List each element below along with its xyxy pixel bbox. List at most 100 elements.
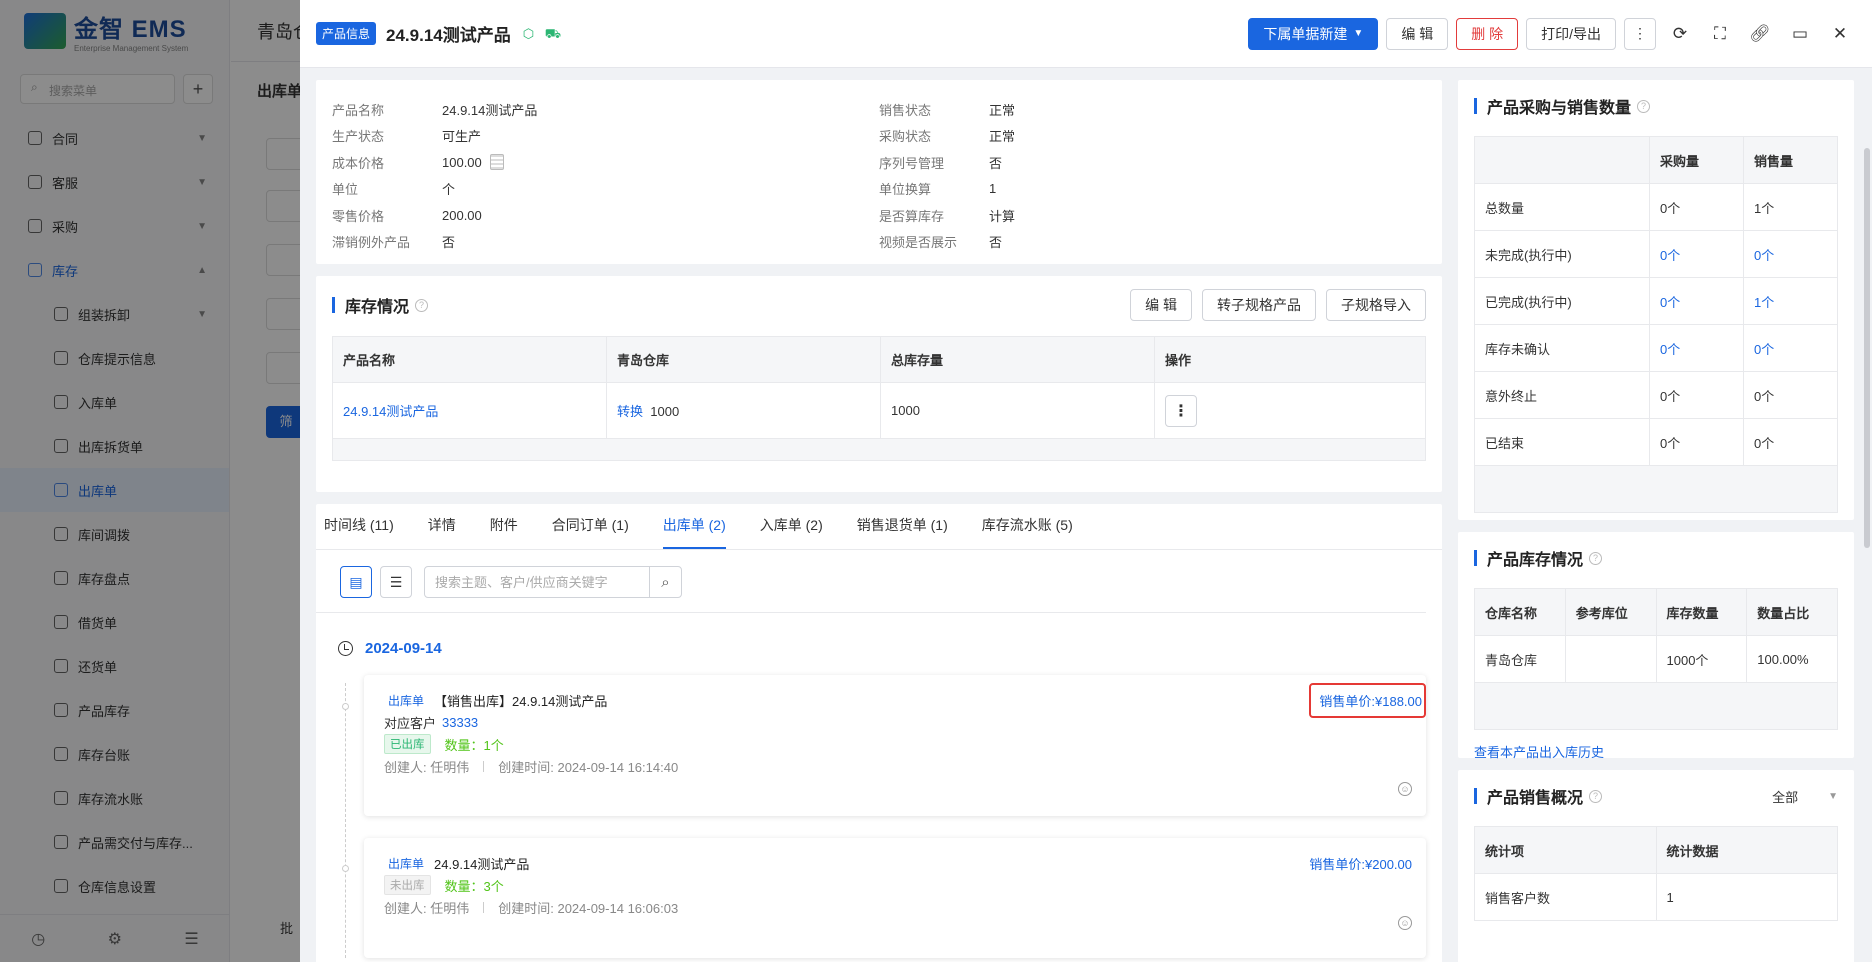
- tab[interactable]: 详情: [428, 515, 456, 549]
- tab[interactable]: 库存流水账 (5): [982, 515, 1073, 549]
- qty-ratio: 100.00%: [1746, 635, 1838, 683]
- info-value-wrap: 否: [442, 232, 455, 251]
- fullscreen-icon[interactable]: ⛶: [1704, 18, 1736, 50]
- help-icon[interactable]: ?: [1589, 551, 1603, 565]
- timeline-entry[interactable]: 出库单 24.9.14测试产品 销售单价:¥200.00 未出库 数量：3个 创…: [364, 838, 1426, 958]
- product-info-tag: 产品信息: [316, 22, 377, 45]
- convert-sub-spec-button[interactable]: 转子规格产品: [1202, 289, 1316, 321]
- sales-filter-value: 全部: [1772, 789, 1799, 805]
- link-icon[interactable]: 🔗︎: [1744, 18, 1776, 50]
- print-export-button[interactable]: 打印/导出: [1526, 17, 1616, 50]
- stock-qty: 1000个: [1655, 635, 1748, 683]
- table-row: 销售客户数 1: [1474, 873, 1838, 921]
- right-column: 产品采购与销售数量? 采购量 销售量 总数量 0个 1个 未完成(执行中) 0个 0个 已完…: [1458, 80, 1854, 962]
- info-row: 生产状态 可生产: [332, 123, 879, 150]
- drawer-body: 产品名称 24.9.14测试产品 生产状态 可生产 成本价格 100.00 单位个零售价格 2…: [300, 68, 1872, 962]
- info-row: 视频是否展示 否: [879, 229, 1426, 256]
- sales-overview-title-text: 产品销售概况: [1487, 790, 1584, 807]
- info-value: 1: [989, 181, 997, 197]
- left-column: 产品名称 24.9.14测试产品 生产状态 可生产 成本价格 100.00 单位个零售价格 2…: [316, 80, 1442, 962]
- col-sales: 销售量: [1743, 136, 1838, 184]
- status-badge: 未出库: [384, 875, 431, 895]
- tab[interactable]: 附件: [490, 515, 518, 549]
- help-icon[interactable]: ?: [415, 298, 429, 312]
- purchase-sales-title-text: 产品采购与销售数量: [1487, 100, 1632, 117]
- calculator-icon[interactable]: [489, 154, 504, 171]
- help-icon[interactable]: ?: [1589, 789, 1603, 803]
- col-product-name: 产品名称: [332, 336, 607, 383]
- customer-link[interactable]: 33333: [442, 715, 478, 730]
- sales-qty[interactable]: 1个: [1754, 295, 1774, 310]
- help-icon[interactable]: ?: [1637, 99, 1651, 113]
- creator: 创建人: 任明伟: [384, 900, 470, 916]
- comment-icon[interactable]: ☺: [1398, 782, 1412, 796]
- purchase-qty[interactable]: 0个: [1660, 342, 1680, 357]
- table-scrollbar[interactable]: [1474, 465, 1838, 513]
- purchase-qty: 0个: [1660, 435, 1681, 451]
- table-row: 意外终止 0个 0个: [1474, 371, 1838, 419]
- stock-edit-button[interactable]: 编 辑: [1130, 289, 1192, 321]
- import-sub-spec-button[interactable]: 子规格导入: [1326, 289, 1426, 321]
- unit-price: 销售单价:¥188.00: [1309, 682, 1426, 718]
- info-value-wrap: 可生产: [442, 126, 481, 145]
- search-input[interactable]: [425, 567, 649, 597]
- entry-title[interactable]: 【销售出库】24.9.14测试产品: [434, 691, 607, 710]
- table-row: 青岛仓库 1000个 100.00%: [1474, 635, 1838, 683]
- stock-history-link[interactable]: 查看本产品出入库历史: [1474, 742, 1838, 761]
- list-toolbar: ▤ ☰ ⌕: [316, 550, 1426, 613]
- purchase-qty[interactable]: 0个: [1660, 295, 1680, 310]
- quantity: 数量：1个: [444, 737, 504, 753]
- truck-icon: ⛟: [544, 25, 562, 41]
- tab[interactable]: 销售退货单 (1): [857, 515, 948, 549]
- info-label: 视频是否展示: [879, 235, 958, 251]
- info-row: 销售状态 正常: [879, 96, 1426, 123]
- row-more-icon[interactable]: ⋮: [1165, 394, 1197, 427]
- right-scrollbar[interactable]: [1864, 148, 1870, 548]
- timeline-view-icon[interactable]: ▤: [340, 566, 372, 598]
- entry-title[interactable]: 24.9.14测试产品: [434, 854, 529, 873]
- tab[interactable]: 合同订单 (1): [552, 515, 629, 549]
- entry-type-tag: 出库单: [388, 693, 425, 708]
- info-value: 否: [989, 155, 1003, 171]
- product-link[interactable]: 24.9.14测试产品: [343, 404, 438, 419]
- info-label: 单位换算: [879, 182, 932, 198]
- stock-header: 库存情况? 编 辑 转子规格产品 子规格导入: [332, 288, 1426, 322]
- timeline-entry[interactable]: 出库单 【销售出库】24.9.14测试产品 销售单价:¥188.00 对应客户 …: [364, 675, 1426, 816]
- table-scrollbar[interactable]: [332, 438, 1426, 461]
- sales-qty[interactable]: 0个: [1754, 342, 1774, 357]
- purchase-qty[interactable]: 0个: [1660, 248, 1680, 263]
- info-label: 生产状态: [332, 129, 385, 145]
- info-row: 滞销例外产品 否: [332, 229, 879, 256]
- tab[interactable]: 出库单 (2): [662, 515, 726, 549]
- sales-filter-select[interactable]: 全部 ▼: [1772, 787, 1838, 806]
- customer-label: 对应客户: [384, 715, 437, 731]
- info-row: 单位 个: [332, 176, 879, 203]
- comment-icon[interactable]: ☺: [1398, 916, 1412, 930]
- product-drawer: 产品信息 24.9.14测试产品 ⬡ ⛟ 下属单据新建 ▼ 编 辑 删 除 打印/…: [300, 0, 1872, 962]
- tab[interactable]: 入库单 (2): [760, 515, 823, 549]
- delete-button[interactable]: 删 除: [1456, 17, 1519, 50]
- convert-link[interactable]: 转换: [617, 404, 643, 419]
- sales-qty[interactable]: 0个: [1754, 248, 1774, 263]
- new-sub-document-button[interactable]: 下属单据新建 ▼: [1248, 17, 1379, 50]
- stock-table: 产品名称 青岛仓库 总库存量 操作 24.9.14测试产品 转换 1000 10…: [332, 336, 1426, 461]
- purchase-qty: 0个: [1660, 200, 1681, 216]
- tab[interactable]: 时间线 (11): [324, 515, 394, 549]
- more-icon[interactable]: ⋮: [1624, 17, 1656, 50]
- tab-bar: 时间线 (11) 详情 附件 合同订单 (1) 出库单 (2) 入库单 (2) 销售退货单 …: [316, 504, 1442, 550]
- stat-value: 1: [1655, 873, 1838, 921]
- col-stat-item: 统计项: [1474, 826, 1657, 874]
- product-info-card: 产品名称 24.9.14测试产品 生产状态 可生产 成本价格 100.00 单位 个零售价格 2…: [316, 80, 1442, 264]
- table-scrollbar[interactable]: [1474, 682, 1838, 730]
- info-row: 采购状态 正常: [879, 123, 1426, 150]
- list-view-icon[interactable]: ☰: [380, 566, 412, 598]
- search-icon[interactable]: ⌕: [649, 567, 681, 597]
- close-icon[interactable]: ✕: [1824, 18, 1856, 50]
- info-label: 销售状态: [879, 102, 932, 118]
- table-row: 已结束 0个 0个: [1474, 418, 1838, 466]
- dock-icon[interactable]: ▭: [1784, 18, 1816, 50]
- refresh-icon[interactable]: ⟳: [1664, 18, 1696, 50]
- table-row: 库存未确认 0个 0个: [1474, 324, 1838, 372]
- edit-button[interactable]: 编 辑: [1386, 17, 1449, 50]
- timeline-dot: [342, 865, 349, 872]
